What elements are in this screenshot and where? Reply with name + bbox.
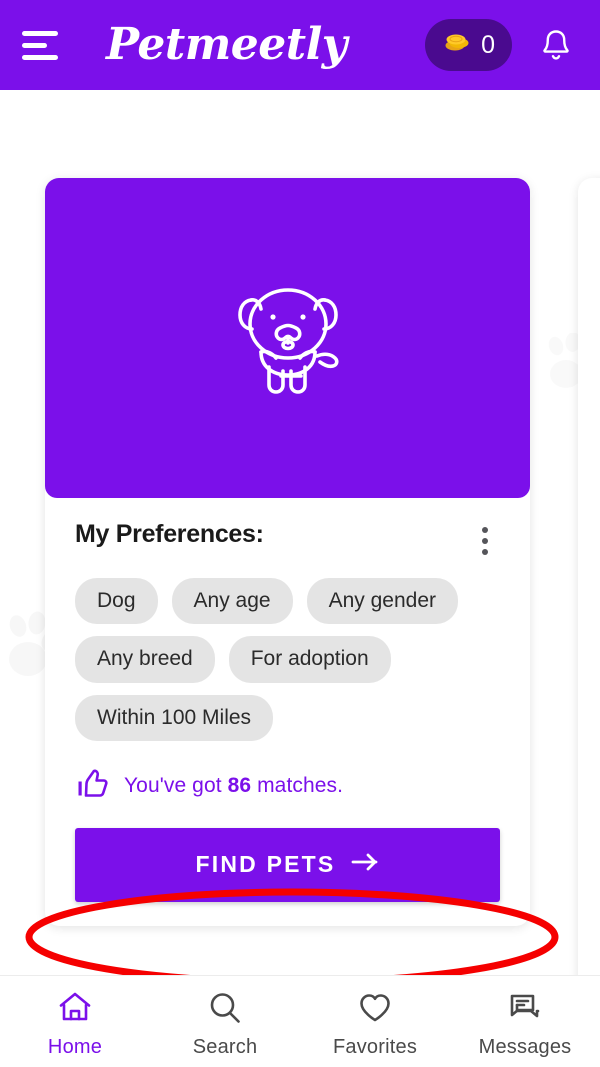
header-actions: 0: [425, 19, 578, 71]
search-icon: [206, 989, 244, 1032]
find-pets-label: FIND PETS: [195, 851, 336, 878]
matches-prefix: You've got: [124, 774, 228, 798]
preferences-title: My Preferences:: [75, 520, 264, 548]
nav-label: Search: [192, 1035, 258, 1058]
nav-item-search[interactable]: Search: [150, 985, 300, 1059]
coin-count-label: 0: [481, 30, 495, 59]
hamburger-line: [22, 54, 58, 60]
hamburger-line: [22, 30, 58, 36]
more-options-icon[interactable]: [470, 524, 500, 558]
hamburger-line: [22, 42, 47, 48]
preference-chip[interactable]: Within 100 Miles: [75, 694, 274, 741]
hamburger-menu-icon[interactable]: [22, 25, 68, 65]
preferences-card: My Preferences: Dog Any age Any gender Any …: [45, 178, 530, 926]
nav-label: Home: [47, 1035, 103, 1058]
kebab-dot: [482, 527, 488, 533]
bottom-navigation: Home Search Favorites Messages: [0, 975, 600, 1067]
preference-chip[interactable]: Dog: [75, 578, 158, 625]
matches-text: You've got 86 matches.: [124, 774, 343, 798]
kebab-dot: [482, 549, 488, 555]
main-content: My Preferences: Dog Any age Any gender Any …: [0, 90, 600, 975]
preferences-header: My Preferences:: [75, 520, 500, 558]
coins-icon: [442, 31, 472, 60]
nav-label: Messages: [478, 1035, 572, 1058]
preference-chip[interactable]: For adoption: [228, 636, 391, 683]
home-icon: [56, 989, 94, 1032]
thumbs-up-icon: [75, 768, 109, 805]
heart-icon: [356, 989, 394, 1032]
matches-suffix: matches.: [251, 774, 344, 798]
find-pets-button[interactable]: FIND PETS: [75, 827, 500, 902]
card-hero-image: [45, 178, 530, 498]
app-logo[interactable]: Petmeetly: [106, 23, 347, 67]
coin-balance-badge[interactable]: 0: [425, 19, 512, 71]
notification-bell-icon[interactable]: [534, 23, 578, 67]
preference-chips-list: Dog Any age Any gender Any breed For adoptio…: [75, 578, 500, 741]
dog-illustration: [213, 272, 363, 405]
nav-item-home[interactable]: Home: [0, 985, 150, 1059]
preference-chip[interactable]: Any age: [171, 578, 293, 625]
nav-item-favorites[interactable]: Favorites: [300, 985, 450, 1059]
nav-item-messages[interactable]: Messages: [450, 985, 600, 1059]
chat-bubbles-icon: [506, 989, 544, 1032]
app-header: Petmeetly 0: [0, 0, 600, 90]
nav-label: Favorites: [332, 1035, 418, 1058]
kebab-dot: [482, 538, 488, 544]
preference-chip[interactable]: Any gender: [306, 578, 459, 625]
arrow-right-icon: [351, 851, 379, 878]
preferences-body: My Preferences: Dog Any age Any gender Any …: [45, 498, 530, 926]
matches-row: You've got 86 matches.: [75, 768, 500, 805]
preference-chip[interactable]: Any breed: [75, 636, 215, 683]
matches-count: 86: [227, 774, 252, 798]
carousel-next-card[interactable]: [578, 178, 600, 975]
